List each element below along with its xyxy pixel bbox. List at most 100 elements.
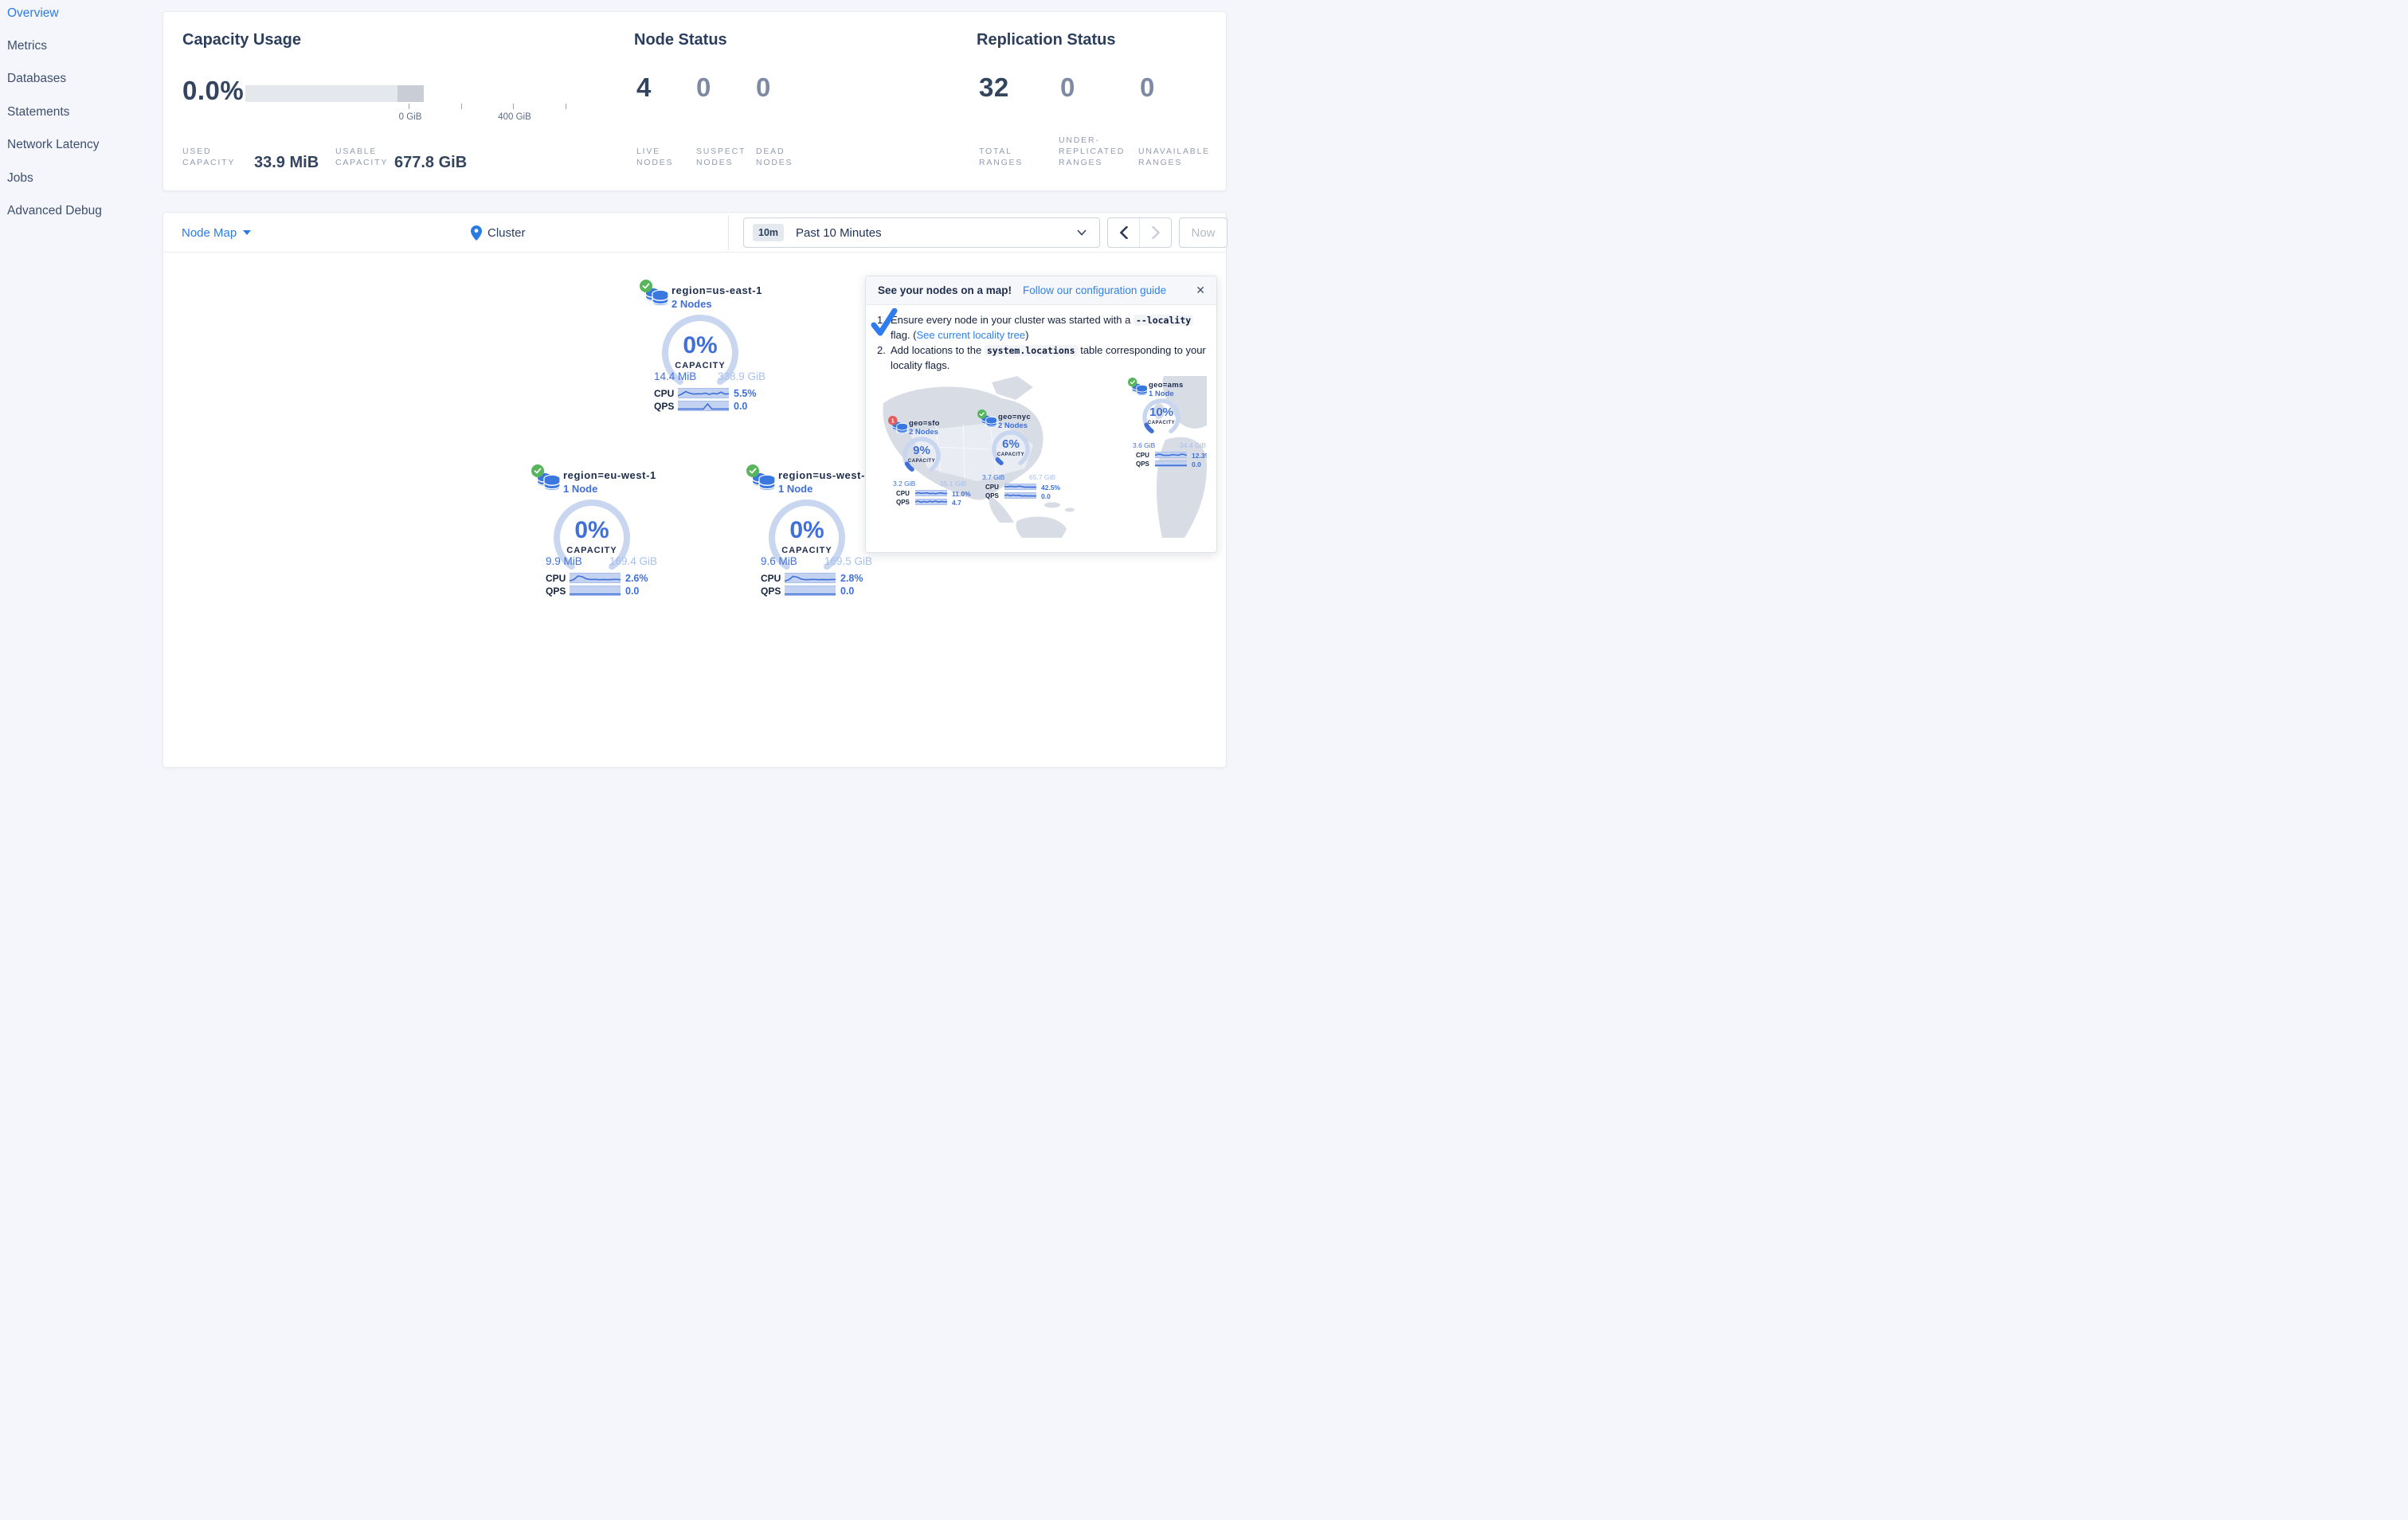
qps-sparkline	[915, 499, 947, 505]
cpu-label: CPU	[546, 573, 566, 584]
cpu-label: CPU	[1136, 452, 1149, 459]
region-widget-eu-west-1[interactable]: region=eu-west-1 1 Node 0% CAPACITY 9.9 …	[531, 464, 670, 601]
region-nodes-link[interactable]: 1 Node	[778, 483, 812, 495]
capacity-usage-bar	[245, 85, 424, 102]
qps-label: QPS	[654, 401, 675, 412]
qps-value: 4.7	[952, 499, 961, 507]
qps-value: 0.0	[734, 401, 748, 412]
healthy-status-icon	[531, 464, 544, 481]
time-step-forward-button[interactable]	[1139, 218, 1171, 247]
chevron-down-icon	[243, 230, 252, 235]
capacity-percent: 10%	[1149, 405, 1174, 419]
replication-status-title: Replication Status	[977, 31, 1116, 49]
healthy-status-icon	[640, 280, 652, 296]
region-name: region=us-west-1	[778, 469, 871, 481]
map-toolbar: Node Map Cluster 10m Past 10 Minutes Now	[163, 213, 1227, 253]
step-text: Add locations to the	[891, 344, 985, 356]
sidebar-item-advanced-debug[interactable]: Advanced Debug	[7, 204, 102, 218]
capacity-tick-label-400: 400 GiB	[498, 112, 531, 122]
configuration-guide-link[interactable]: Follow our configuration guide	[1023, 284, 1166, 296]
under-replicated-count: 0	[1060, 72, 1075, 102]
cpu-sparkline	[678, 388, 729, 398]
capacity-total: 169.5 GiB	[824, 555, 872, 567]
capacity-used: 14.4 MiB	[654, 370, 697, 382]
live-nodes-label: LIVE NODES	[636, 147, 674, 167]
region-name: region=eu-west-1	[563, 469, 656, 481]
qps-sparkline	[1004, 492, 1036, 499]
qps-label: QPS	[896, 499, 910, 506]
qps-sparkline	[678, 401, 729, 411]
sidebar-item-databases[interactable]: Databases	[7, 72, 66, 86]
time-range-selector[interactable]: 10m Past 10 Minutes	[743, 217, 1100, 248]
capacity-used: 3.2 GiB	[893, 480, 916, 488]
region-nodes-link[interactable]: 1 Node	[563, 483, 597, 495]
capacity-used: 3.7 GiB	[982, 473, 1005, 481]
view-mode-dropdown[interactable]: Node Map	[182, 213, 252, 253]
sidebar-item-network-latency[interactable]: Network Latency	[7, 138, 99, 152]
sidebar-item-overview[interactable]: Overview	[7, 6, 59, 21]
blue-check-icon	[871, 308, 898, 336]
capacity-caption: CAPACITY	[907, 459, 936, 464]
capacity-tick-label-0: 0 GiB	[398, 112, 422, 122]
cpu-sparkline	[915, 490, 947, 496]
map-node-geo-sfo: 1 geo=sfo 2 Nodes 9% CAPACITY 3.2 GiB 35…	[888, 416, 973, 538]
sidebar-item-statements[interactable]: Statements	[7, 105, 69, 119]
cpu-value: 12.3%	[1192, 452, 1207, 460]
close-icon[interactable]: ✕	[1196, 284, 1205, 297]
time-step-buttons	[1107, 217, 1172, 248]
cpu-value: 5.5%	[734, 388, 757, 399]
capacity-caption: CAPACITY	[1147, 421, 1176, 425]
region-nodes-link[interactable]: 2 Nodes	[671, 298, 712, 310]
healthy-status-icon	[977, 409, 987, 421]
sidebar: Overview Metrics Databases Statements Ne…	[0, 0, 159, 778]
usable-capacity-label: USABLE CAPACITY	[335, 147, 389, 167]
time-step-back-button[interactable]	[1108, 218, 1139, 247]
system-locations-code: system.locations	[984, 345, 1078, 356]
node-map-card: Node Map Cluster 10m Past 10 Minutes Now…	[162, 212, 1227, 768]
cpu-label: CPU	[985, 484, 999, 491]
usable-capacity-value: 677.8 GiB	[394, 154, 468, 171]
cpu-sparkline	[570, 573, 621, 583]
locality-name: geo=nyc	[998, 413, 1031, 421]
capacity-caption: CAPACITY	[781, 546, 832, 555]
qps-value: 0.0	[625, 586, 640, 597]
cpu-value: 2.8%	[840, 573, 863, 584]
example-node-map-image: 1 geo=sfo 2 Nodes 9% CAPACITY 3.2 GiB 35…	[880, 376, 1207, 538]
cluster-summary-card: Capacity Usage 0.0% 0 GiB 400 GiB USED C…	[162, 11, 1227, 191]
chevron-left-icon	[1119, 226, 1128, 239]
capacity-total: 34.4 GiB	[1179, 441, 1206, 449]
node-status-title: Node Status	[634, 31, 727, 49]
sidebar-item-metrics[interactable]: Metrics	[7, 39, 47, 53]
chevron-down-icon	[1077, 229, 1087, 236]
qps-label: QPS	[546, 586, 566, 597]
svg-text:1: 1	[891, 417, 895, 424]
capacity-tick	[513, 104, 514, 109]
dead-nodes-label: DEAD NODES	[756, 147, 793, 167]
capacity-total: 338.9 GiB	[717, 370, 765, 382]
view-mode-label: Node Map	[182, 225, 237, 240]
warning-status-icon: 1	[888, 416, 898, 428]
chevron-right-icon	[1151, 226, 1160, 239]
unavailable-label: UNAVAILABLE RANGES	[1138, 147, 1211, 167]
total-ranges-label: TOTAL RANGES	[979, 147, 1024, 167]
capacity-gauge: 6% CAPACITY	[989, 427, 1033, 472]
qps-sparkline	[570, 586, 621, 596]
capacity-bar-reserved-segment	[397, 85, 424, 102]
breadcrumb[interactable]: Cluster	[471, 213, 526, 253]
capacity-usage-percent: 0.0%	[182, 76, 245, 105]
healthy-status-icon	[746, 464, 759, 481]
used-capacity-label: USED CAPACITY	[182, 147, 236, 167]
capacity-used: 9.6 MiB	[761, 555, 797, 567]
unavailable-count: 0	[1140, 72, 1155, 102]
locality-tree-link[interactable]: See current locality tree	[917, 329, 1026, 341]
breadcrumb-label: Cluster	[487, 225, 526, 240]
qps-sparkline	[785, 586, 836, 596]
live-nodes-count: 4	[636, 72, 652, 102]
sidebar-item-jobs[interactable]: Jobs	[7, 171, 33, 186]
time-range-badge: 10m	[753, 224, 785, 241]
capacity-total: 169.4 GiB	[609, 555, 657, 567]
region-widget-us-east-1[interactable]: region=us-east-1 2 Nodes 0% CAPACITY 14.…	[640, 280, 778, 417]
capacity-used: 9.9 MiB	[546, 555, 582, 567]
used-capacity-value: 33.9 MiB	[254, 154, 319, 171]
now-button[interactable]: Now	[1179, 217, 1227, 248]
